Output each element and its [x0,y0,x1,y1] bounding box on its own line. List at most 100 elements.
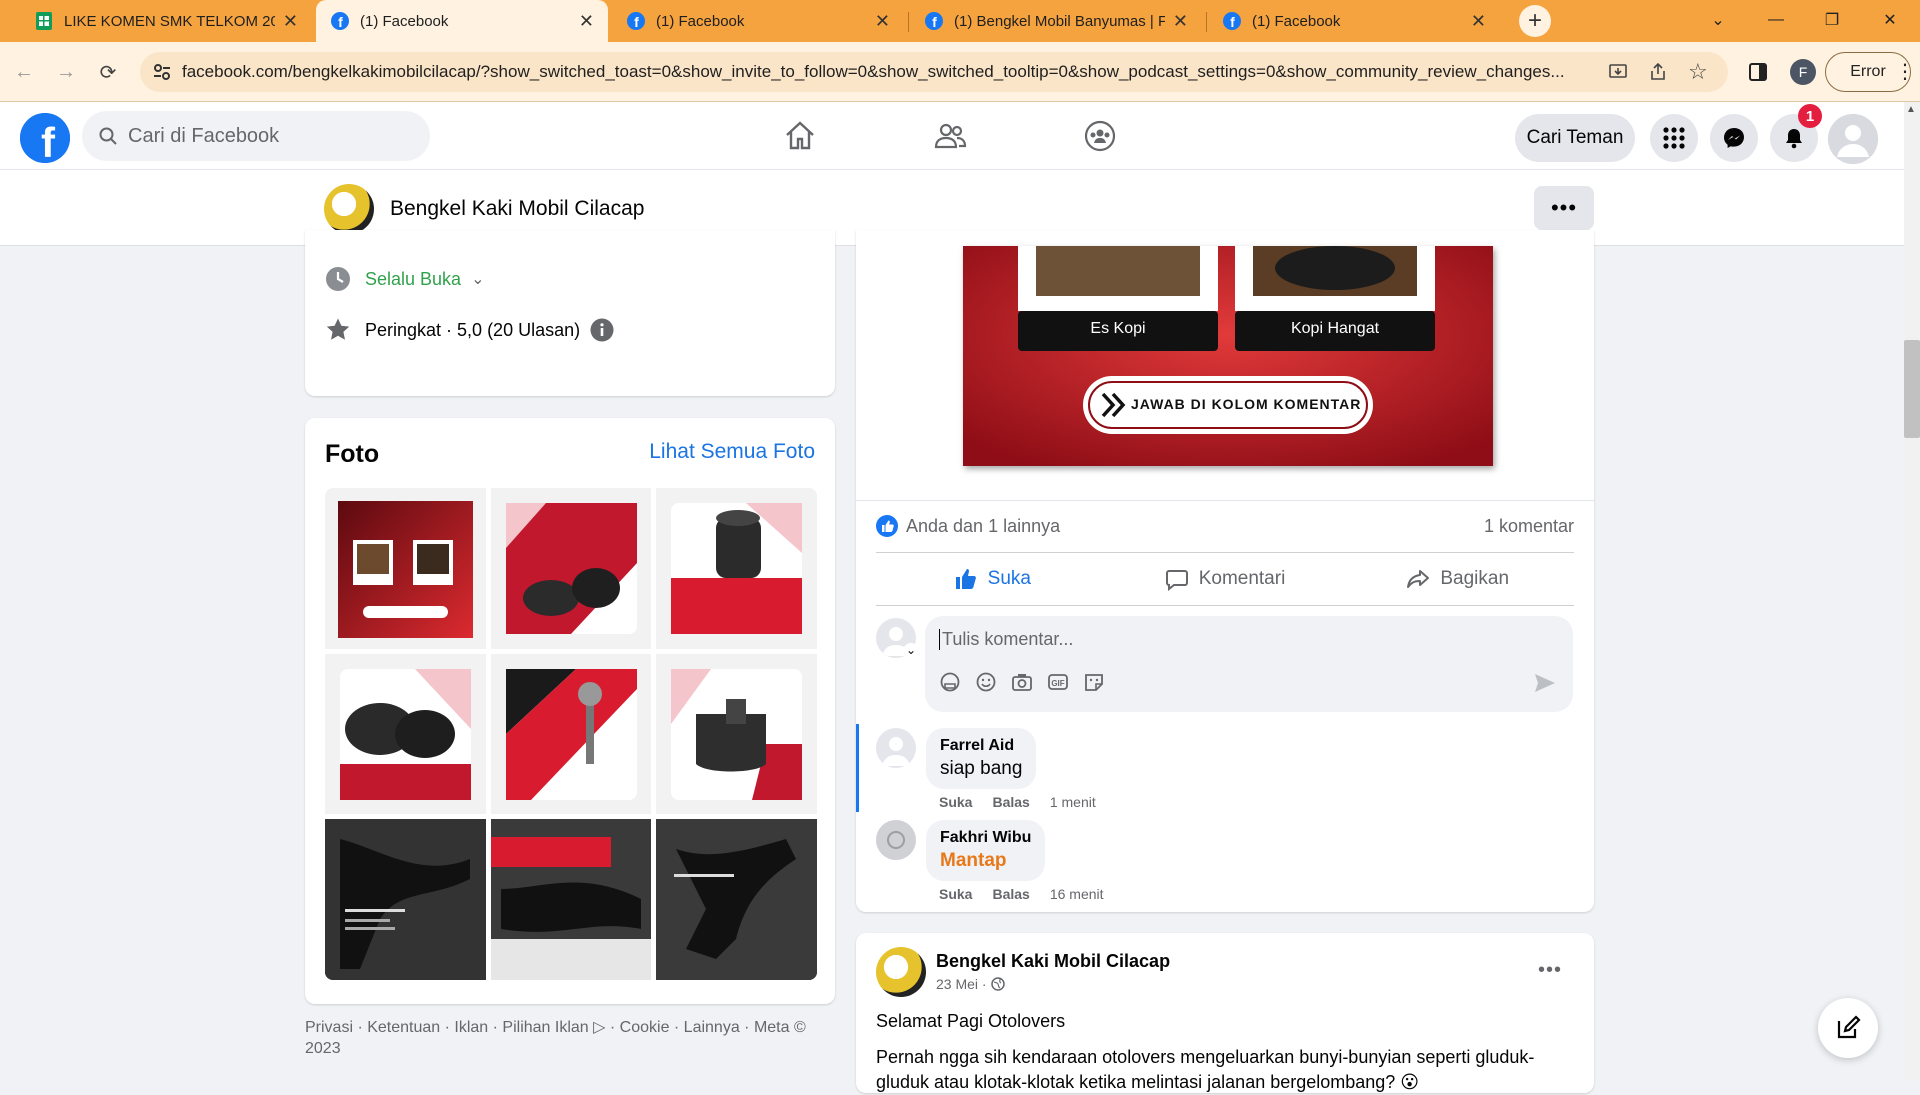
site-settings-icon[interactable] [152,62,172,82]
browser-tab[interactable]: LIKE KOMEN SMK TELKOM 2023 ✕ [20,0,312,42]
photo-thumbnail[interactable] [656,819,817,980]
messenger-icon[interactable] [1710,114,1758,162]
install-app-icon[interactable] [1608,62,1628,82]
photo-thumbnail[interactable] [325,819,486,980]
chevron-down-icon[interactable]: ⌄ [471,269,484,289]
post-date[interactable]: 23 Mei · [936,976,987,992]
close-tab-icon[interactable]: ✕ [1471,11,1486,32]
close-tab-icon[interactable]: ✕ [283,11,298,32]
reaction-summary: Anda dan 1 lainnya 1 komentar [876,506,1574,546]
facebook-logo[interactable]: f [20,113,70,163]
see-all-photos-link[interactable]: Lihat Semua Foto [649,440,815,464]
facebook-icon: f [924,11,944,31]
new-message-button[interactable] [1818,998,1878,1058]
send-icon[interactable] [1533,671,1557,695]
more-options-icon[interactable]: ••• [1534,186,1594,230]
photo-thumbnail[interactable] [656,488,817,649]
address-bar[interactable]: facebook.com/bengkelkakimobilcilacap/?sh… [140,52,1728,92]
page-scrollbar-track[interactable] [1904,102,1920,1080]
comment-count[interactable]: 1 komentar [1484,516,1574,537]
page-scrollbar-thumb[interactable] [1904,340,1920,438]
new-tab-button[interactable]: + [1519,5,1551,37]
page-avatar[interactable] [324,184,374,234]
groups-icon[interactable] [1078,114,1122,158]
new-comment-indicator [856,724,859,812]
svg-text:f: f [41,119,56,163]
photo-grid [325,488,817,980]
browser-tab[interactable]: f (1) Bengkel Mobil Banyumas | F ✕ [910,0,1202,42]
share-button[interactable]: Bagikan [1341,567,1574,591]
page-name[interactable]: Bengkel Kaki Mobil Cilacap [390,197,644,221]
close-window-icon[interactable]: ✕ [1862,0,1918,40]
post-image[interactable]: Es Kopi Kopi Hangat JAWAB DI KOLOM KOMEN… [963,246,1493,466]
browser-tab[interactable]: f (1) Facebook ✕ [1208,0,1500,42]
tab-separator [1206,12,1207,32]
comment-button[interactable]: Komentari [1109,567,1342,591]
close-tab-icon[interactable]: ✕ [579,11,594,32]
info-icon[interactable] [590,318,614,342]
photo-thumbnail[interactable] [490,653,652,815]
photo-thumbnail[interactable] [656,653,817,815]
browser-toolbar: ← → ⟳ facebook.com/bengkelkakimobilcilac… [0,42,1920,102]
photo-thumbnail[interactable] [325,488,486,649]
comment-item: Farrel Aid siap bang [876,728,1037,789]
svg-text:GIF: GIF [1051,679,1064,688]
browser-menu-icon[interactable]: ⋮ [1895,60,1915,84]
minimize-icon[interactable]: — [1748,0,1804,40]
open-status[interactable]: Selalu Buka [365,269,461,290]
home-icon[interactable] [778,114,822,158]
share-icon[interactable] [1648,62,1668,82]
browser-tab[interactable]: f (1) Facebook ✕ [612,0,904,42]
footer-links[interactable]: Privasi · Ketentuan · Iklan · Pilihan Ik… [305,1017,845,1059]
commenter-avatar[interactable] [876,728,916,768]
friends-icon[interactable] [928,114,972,158]
commenter-avatar[interactable] [876,820,916,860]
comment-time[interactable]: 1 menit [1050,794,1096,810]
restore-icon[interactable]: ❐ [1804,0,1860,40]
post-body: Pernah ngga sih kendaraan otolovers meng… [876,1047,1535,1092]
facebook-search-input[interactable]: Cari di Facebook [82,111,430,161]
post-greeting: Selamat Pagi Otolovers [876,1011,1066,1031]
comment-reply-link[interactable]: Balas [992,794,1029,810]
sticker-icon[interactable] [1083,671,1105,693]
post-actions: Suka Komentari Bagikan [876,552,1574,606]
post-author-avatar[interactable] [876,947,926,997]
post-more-options-icon[interactable]: ••• [1538,959,1562,982]
comment-like-link[interactable]: Suka [939,794,972,810]
post-author-name[interactable]: Bengkel Kaki Mobil Cilacap [936,951,1170,972]
back-arrow-icon[interactable]: ← [10,58,38,86]
photo-thumbnail[interactable] [490,819,652,980]
comment-input[interactable]: Tulis komentar... GIF [925,616,1573,712]
comment-text: siap bang [940,758,1023,779]
avatar-sticker-icon[interactable] [939,671,961,693]
scroll-up-arrow-icon[interactable]: ▲ [1906,104,1916,115]
reload-icon[interactable]: ⟳ [94,58,122,86]
tab-search-chevron-icon[interactable]: ⌄ [1690,0,1746,40]
gif-icon[interactable]: GIF [1047,671,1069,693]
emoji-icon[interactable] [975,671,997,693]
comment-author[interactable]: Fakhri Wibu [940,829,1031,847]
forward-arrow-icon[interactable]: → [52,58,80,86]
close-tab-icon[interactable]: ✕ [1173,11,1188,32]
next-post-card: Bengkel Kaki Mobil Cilacap 23 Mei · ••• … [856,933,1594,1093]
comment-reply-link[interactable]: Balas [992,886,1029,902]
comment-author[interactable]: Farrel Aid [940,737,1022,755]
profile-avatar[interactable]: F [1790,59,1816,85]
comment-like-link[interactable]: Suka [939,886,972,902]
like-reaction-icon [876,515,898,537]
browser-tab-active[interactable]: f (1) Facebook ✕ [316,0,608,42]
find-friends-button[interactable]: Cari Teman [1515,114,1635,162]
like-button[interactable]: Suka [876,567,1109,591]
photo-thumbnail[interactable] [325,653,486,815]
reaction-text[interactable]: Anda dan 1 lainnya [906,516,1060,537]
menu-grid-icon[interactable] [1650,114,1698,162]
side-panel-icon[interactable] [1748,62,1768,82]
bookmark-star-icon[interactable]: ☆ [1688,59,1708,85]
close-tab-icon[interactable]: ✕ [875,11,890,32]
camera-icon[interactable] [1011,671,1033,693]
avatar-chevron-icon[interactable]: ⌄ [903,643,919,659]
comment-time[interactable]: 16 menit [1050,886,1104,902]
compose-icon [1837,1015,1861,1039]
photo-thumbnail[interactable] [490,488,652,649]
account-avatar[interactable] [1828,114,1878,164]
